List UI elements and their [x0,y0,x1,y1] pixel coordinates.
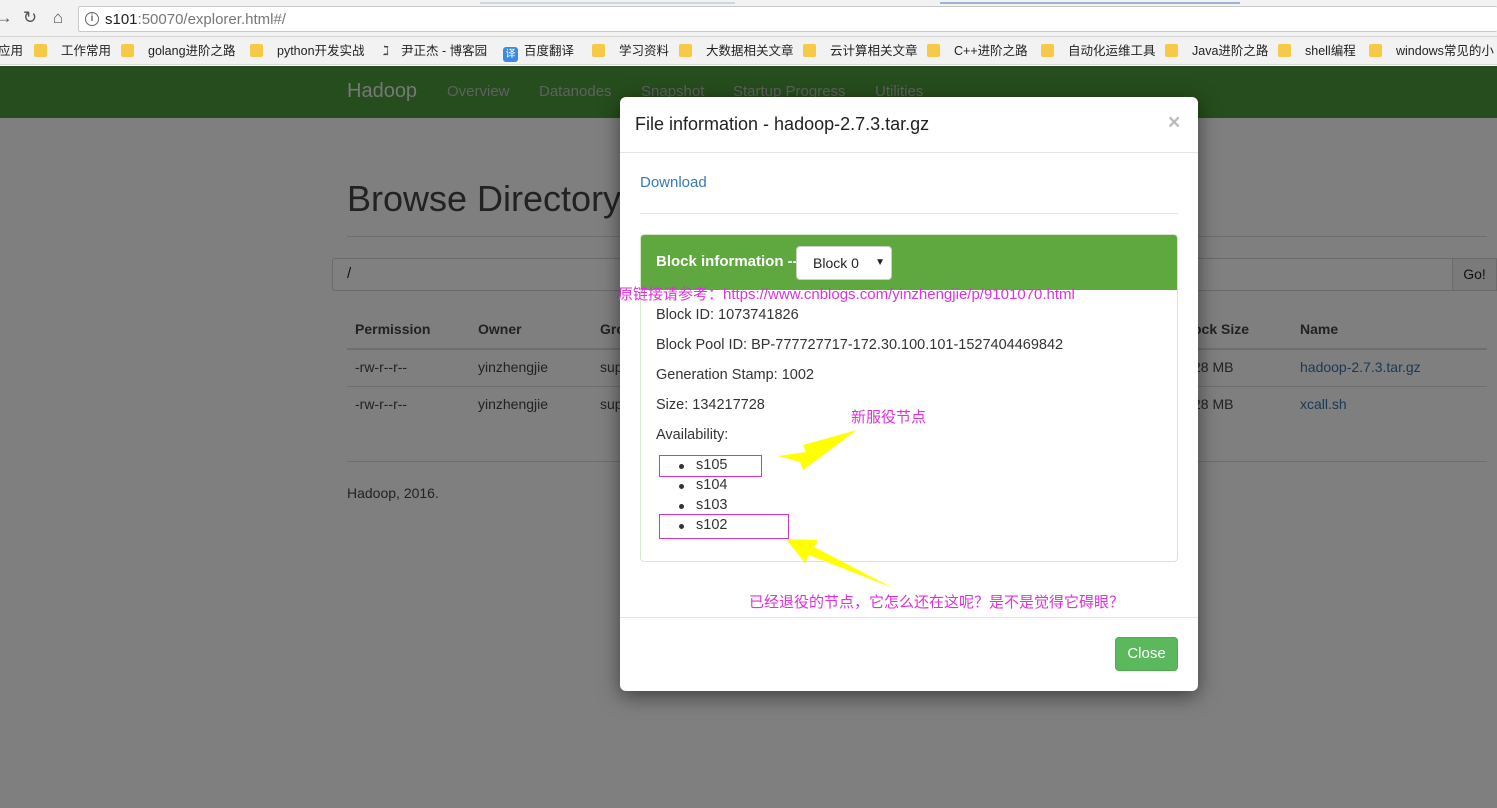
bookmark-item[interactable]: 工作常用 [34,43,111,59]
cell-owner: yinzhengjie [478,396,549,412]
file-link[interactable]: hadoop-2.7.3.tar.gz [1300,359,1421,375]
bookmark-item[interactable]: shell编程 [1278,43,1356,59]
cell-permission: -rw-r--r-- [355,359,408,375]
go-button[interactable]: Go! [1452,258,1497,291]
cell-permission: -rw-r--r-- [355,396,408,412]
highlight-box-retired-node [659,514,789,539]
forward-icon[interactable]: → [0,8,14,28]
block-pool-id: Block Pool ID: BP-777727717-172.30.100.1… [656,337,1064,353]
reload-icon[interactable]: ↻ [20,8,40,28]
url-host: s101 [105,11,138,28]
caret-down-icon: ▼ [875,257,885,268]
close-button[interactable]: Close [1115,637,1178,671]
folder-icon [592,44,605,57]
generation-stamp: Generation Stamp: 1002 [656,367,814,383]
blog-icon: ℷ [382,43,390,58]
folder-icon [121,44,134,57]
bookmark-item[interactable]: C++进阶之路 [927,43,1028,59]
bookmark-item[interactable]: python开发实战 [250,43,365,59]
col-owner[interactable]: Owner [478,321,522,337]
bookmark-label: golang进阶之路 [148,44,236,58]
bookmark-item[interactable]: ℷ 尹正杰 - 博客园 [379,43,487,59]
tab-strip-indicator [940,2,1240,4]
download-link[interactable]: Download [640,174,707,191]
bullet-icon [679,484,684,489]
source-watermark: 原链接请参考：https://www.cnblogs.com/yinzhengj… [618,286,1075,303]
col-block-size[interactable]: ock Size [1193,321,1249,337]
bookmark-item[interactable]: 大数据相关文章 [679,43,794,59]
translate-icon: 译 [503,47,518,62]
cell-size: 28 MB [1193,396,1234,412]
annotation-retired-node: 已经退役的节点，它怎么还在这呢？是不是觉得它碍眼？ [749,594,1125,611]
folder-icon [250,44,263,57]
cell-owner: yinzhengjie [478,359,549,375]
bookmark-item[interactable]: 学习资料 [592,43,669,59]
bookmark-item[interactable]: Java进阶之路 [1165,43,1268,59]
block-select[interactable]: Block 0 ▼ [796,246,892,280]
navbar-brand[interactable]: Hadoop [347,80,417,103]
nav-overview[interactable]: Overview [447,83,510,100]
col-permission[interactable]: Permission [355,321,430,337]
folder-icon [679,44,692,57]
folder-icon [34,44,47,57]
tab-strip-indicator [480,2,735,4]
modal-header-divider [620,152,1198,153]
bookmark-item[interactable]: 应用 [0,43,23,59]
page-title: Browse Directory [347,178,622,219]
bookmark-item[interactable]: 云计算相关文章 [803,43,918,59]
home-icon[interactable]: ⌂ [48,8,68,28]
file-link[interactable]: xcall.sh [1300,396,1347,412]
bookmark-label: shell编程 [1305,44,1356,58]
bookmark-item[interactable]: golang进阶之路 [121,43,236,59]
url-text: s101:50070/explorer.html#/ [105,11,286,28]
bookmark-item[interactable]: 自动化运维工具 [1041,43,1156,59]
bookmark-item[interactable]: windows常见的小 [1369,43,1494,59]
url-path: :50070/explorer.html#/ [137,11,286,28]
bookmarks-bar: 应用 工作常用 golang进阶之路 python开发实战 ℷ 尹正杰 - 博客园… [0,37,1497,65]
close-icon[interactable]: × [1168,111,1180,135]
block-select-value: Block 0 [813,255,859,271]
folder-icon [1165,44,1178,57]
address-bar[interactable]: i s101:50070/explorer.html#/ [78,6,1497,32]
modal-footer-divider [620,617,1198,618]
datanode-name: s104 [696,477,728,493]
browser-toolbar: → ↻ ⌂ i s101:50070/explorer.html#/ [0,0,1497,37]
bookmark-label: windows常见的小 [1396,44,1494,58]
divider [640,213,1178,214]
bookmark-label: 百度翻译 [524,44,575,58]
panel-heading: Block information -- Block 0 ▼ [641,235,1177,290]
cell-size: 28 MB [1193,359,1234,375]
bookmark-label: 工作常用 [61,44,112,58]
bookmark-label: C++进阶之路 [954,44,1028,58]
info-icon[interactable]: i [85,12,99,26]
bookmark-label: 学习资料 [619,44,670,58]
bookmark-label: 大数据相关文章 [706,44,794,58]
datanode-name: s103 [696,497,728,513]
annotation-new-node: 新服役节点 [851,409,927,426]
folder-icon [1041,44,1054,57]
bookmark-item[interactable]: 译百度翻译 [503,43,575,62]
folder-icon [1369,44,1382,57]
bookmark-label: Java进阶之路 [1192,44,1269,58]
block-id: Block ID: 1073741826 [656,307,799,323]
bookmark-label: 尹正杰 - 博客园 [401,44,488,58]
folder-icon [927,44,940,57]
bookmark-label: 自动化运维工具 [1068,44,1156,58]
block-size: Size: 134217728 [656,397,765,413]
folder-icon [1278,44,1291,57]
col-name[interactable]: Name [1300,321,1338,337]
modal-title: File information - hadoop-2.7.3.tar.gz [635,114,930,134]
bookmark-label: 云计算相关文章 [830,44,918,58]
nav-datanodes[interactable]: Datanodes [539,83,612,100]
bullet-icon [679,504,684,509]
block-info-label: Block information -- [656,253,798,270]
highlight-box-new-node [659,455,762,477]
folder-icon [803,44,816,57]
availability-label: Availability: [656,427,729,443]
bookmark-label: 应用 [0,44,24,58]
page-footer: Hadoop, 2016. [347,485,439,501]
bookmark-label: python开发实战 [277,44,365,58]
